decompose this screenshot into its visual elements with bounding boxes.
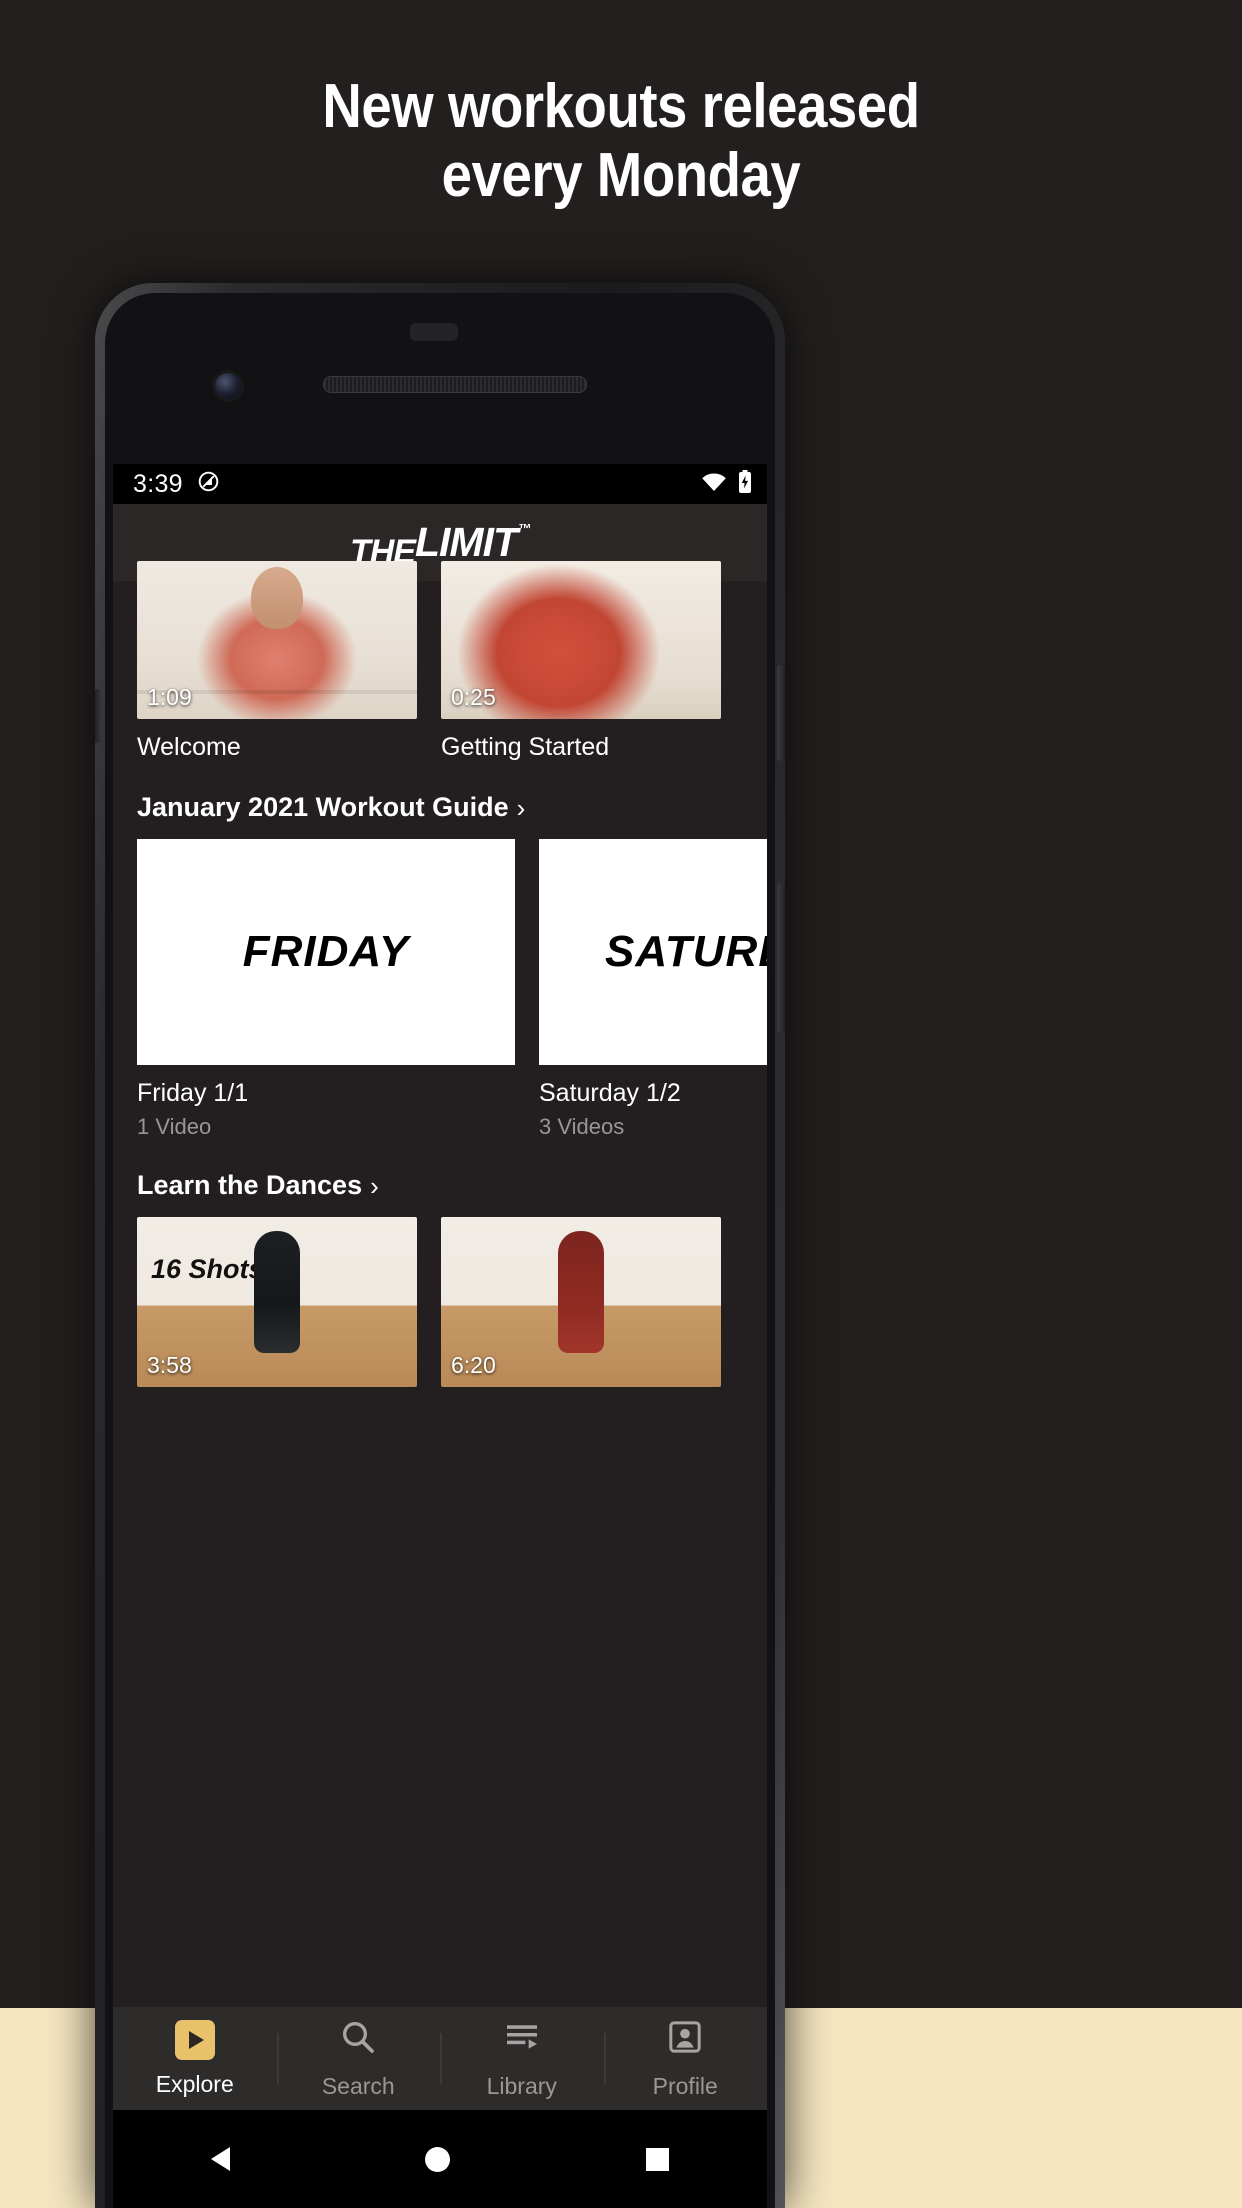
phone-device-frame: 3:39 THE LIMIT ™ 1:09 Welcome 0:25 Getti… — [95, 283, 785, 2208]
person-icon — [665, 2017, 705, 2062]
back-triangle-icon[interactable] — [210, 2147, 230, 2171]
dance-video-card-second[interactable]: 6:20 — [441, 1217, 721, 1387]
learn-the-dances-row[interactable]: 16 Shots 3:58 6:20 — [113, 1217, 767, 1387]
play-badge-icon — [174, 2019, 215, 2060]
section-title: January 2021 Workout Guide — [137, 792, 509, 822]
tab-search[interactable]: Search — [276, 2017, 441, 2100]
chevron-right-icon: › — [370, 1170, 379, 1201]
home-circle-icon[interactable] — [425, 2146, 451, 2172]
video-title: Welcome — [137, 733, 241, 761]
app-logo-trademark: ™ — [518, 521, 531, 536]
tab-explore[interactable]: Explore — [113, 2019, 277, 2098]
video-duration: 3:58 — [147, 1352, 192, 1378]
phone-power-button — [777, 665, 785, 761]
battery-charging-icon — [737, 469, 753, 499]
workout-guide-row[interactable]: FRIDAY Friday 1/1 1 Video SATURDAY Satur… — [113, 839, 767, 1140]
library-icon — [502, 2017, 542, 2062]
video-title: Getting Started — [441, 733, 610, 761]
video-thumbnail[interactable]: 0:25 — [441, 561, 721, 719]
video-duration: 6:20 — [451, 1352, 496, 1378]
phone-bezel: 3:39 THE LIMIT ™ 1:09 Welcome 0:25 Getti… — [105, 293, 775, 2208]
android-nav-bar[interactable] — [113, 2110, 767, 2208]
tab-profile[interactable]: Profile — [603, 2017, 768, 2100]
phone-left-button — [95, 689, 102, 743]
status-bar-clock: 3:39 — [133, 469, 183, 498]
section-header-learn-the-dances[interactable]: Learn the Dances › — [113, 1170, 767, 1201]
recents-square-icon[interactable] — [646, 2147, 670, 2171]
tab-label: Explore — [155, 2070, 234, 2097]
video-card-welcome[interactable]: 1:09 Welcome — [137, 561, 417, 762]
day-card-title: Saturday 1/2 — [539, 1079, 681, 1107]
do-not-disturb-icon — [197, 470, 220, 498]
front-camera — [215, 373, 241, 399]
dance-video-card-16-shots[interactable]: 16 Shots 3:58 — [137, 1217, 417, 1387]
section-header-workout-guide[interactable]: January 2021 Workout Guide › — [113, 792, 767, 823]
video-duration: 0:25 — [451, 684, 496, 710]
thumbnail-figure — [254, 1230, 300, 1353]
day-card-tile: SATURDAY — [539, 839, 767, 1065]
video-duration: 1:09 — [147, 684, 192, 710]
tab-label: Profile — [652, 2073, 718, 2099]
tab-label: Library — [486, 2073, 557, 2099]
section-title: Learn the Dances — [137, 1170, 363, 1200]
proximity-sensor — [410, 323, 458, 341]
status-bar: 3:39 — [113, 464, 767, 504]
day-card-subtitle: 3 Videos — [539, 1114, 625, 1139]
chevron-right-icon: › — [516, 792, 526, 823]
status-bar-right — [701, 469, 753, 499]
day-card-subtitle: 1 Video — [137, 1114, 212, 1139]
search-icon — [338, 2017, 378, 2062]
promo-headline: New workouts released every Monday — [75, 72, 1168, 211]
video-thumbnail[interactable]: 1:09 — [137, 561, 417, 719]
explore-feed[interactable]: 1:09 Welcome 0:25 Getting Started Januar… — [113, 561, 767, 2208]
day-card-friday[interactable]: FRIDAY Friday 1/1 1 Video — [137, 839, 515, 1140]
thumbnail-overlay-title: 16 Shots — [151, 1254, 264, 1285]
thumbnail-figure — [558, 1230, 604, 1353]
status-bar-left: 3:39 — [133, 470, 220, 499]
app-logo: THE LIMIT ™ — [350, 519, 531, 571]
bottom-tab-bar[interactable]: Explore Search Library Profile — [113, 2007, 767, 2110]
promo-headline-line-2: every Monday — [441, 141, 801, 211]
day-card-saturday[interactable]: SATURDAY Saturday 1/2 3 Videos — [539, 839, 767, 1140]
wifi-icon — [701, 472, 727, 497]
promo-headline-line-1: New workouts released — [322, 72, 920, 141]
video-thumbnail[interactable]: 16 Shots 3:58 — [137, 1217, 417, 1387]
tab-library[interactable]: Library — [440, 2017, 604, 2100]
day-card-tile: FRIDAY — [137, 839, 515, 1065]
app-screen: 3:39 THE LIMIT ™ 1:09 Welcome 0:25 Getti… — [113, 464, 767, 2208]
intro-video-row[interactable]: 1:09 Welcome 0:25 Getting Started — [113, 561, 767, 762]
video-card-getting-started[interactable]: 0:25 Getting Started — [441, 561, 721, 762]
tab-label: Search — [321, 2073, 395, 2099]
day-card-title: Friday 1/1 — [137, 1079, 249, 1107]
app-logo-limit: LIMIT — [414, 519, 518, 565]
phone-volume-button — [777, 883, 785, 1033]
earpiece-speaker — [323, 376, 587, 393]
video-thumbnail[interactable]: 6:20 — [441, 1217, 721, 1387]
